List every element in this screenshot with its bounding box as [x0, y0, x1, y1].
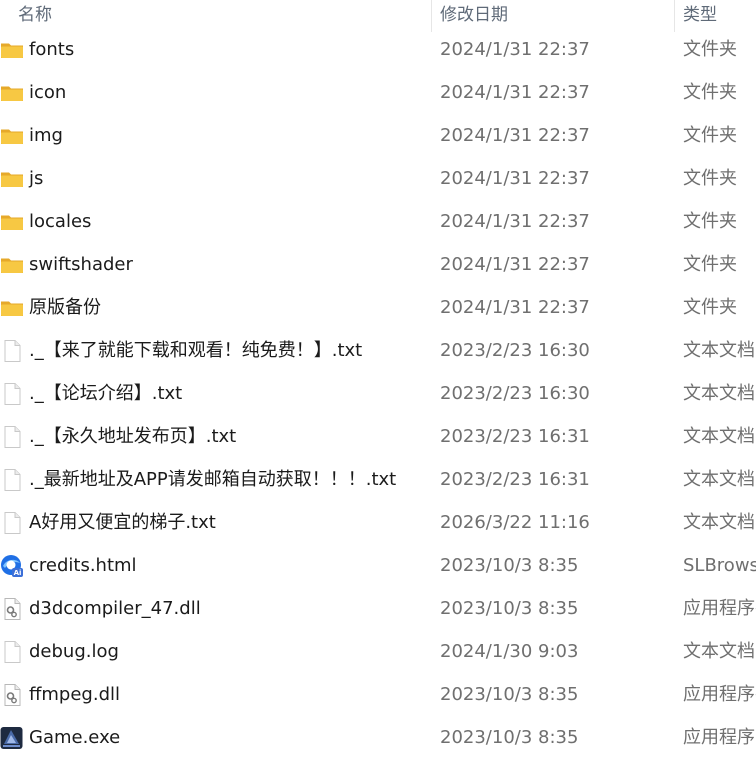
file-date-modified: 2024/1/31 22:37: [440, 125, 590, 146]
file-row[interactable]: icon 2024/1/31 22:37 文件夹: [0, 71, 756, 114]
file-row[interactable]: ._【论坛介绍】.txt 2023/2/23 16:30 文本文档: [0, 372, 756, 415]
file-date-modified: 2024/1/31 22:37: [440, 168, 590, 189]
file-row[interactable]: ffmpeg.dll 2023/10/3 8:35 应用程序扩展: [0, 673, 756, 716]
file-row[interactable]: A好用又便宜的梯子.txt 2026/3/22 11:16 文本文档: [0, 501, 756, 544]
file-date-modified: 2024/1/31 22:37: [440, 82, 590, 103]
file-type: 文件夹: [683, 297, 737, 318]
text-file-icon: [0, 511, 24, 535]
file-type: 文本文档: [683, 340, 755, 361]
folder-icon: [0, 253, 24, 277]
file-name[interactable]: Game.exe: [29, 716, 120, 759]
file-date-modified: 2026/3/22 11:16: [440, 512, 590, 533]
folder-icon: [0, 210, 24, 234]
file-type: 文件夹: [683, 39, 737, 60]
file-name[interactable]: ._最新地址及APP请发邮箱自动获取！！！.txt: [29, 458, 396, 501]
file-name[interactable]: ._【来了就能下载和观看！纯免费！】.txt: [29, 329, 362, 372]
column-divider-name-date[interactable]: [431, 0, 432, 32]
file-date-modified: 2023/10/3 8:35: [440, 684, 579, 705]
text-file-icon: [0, 382, 24, 406]
file-row[interactable]: locales 2024/1/31 22:37 文件夹: [0, 200, 756, 243]
text-file-icon: [0, 425, 24, 449]
folder-icon: [0, 124, 24, 148]
file-row[interactable]: js 2024/1/31 22:37 文件夹: [0, 157, 756, 200]
file-row[interactable]: ._最新地址及APP请发邮箱自动获取！！！.txt 2023/2/23 16:31…: [0, 458, 756, 501]
text-file-icon: [0, 640, 24, 664]
browser-html-icon: Ai: [0, 554, 24, 578]
file-name[interactable]: swiftshader: [29, 243, 133, 286]
file-row[interactable]: 原版备份 2024/1/31 22:37 文件夹: [0, 286, 756, 329]
file-type: 文本文档: [683, 512, 755, 533]
file-date-modified: 2023/2/23 16:30: [440, 340, 590, 361]
file-type: 文本文档: [683, 641, 755, 662]
file-name[interactable]: ffmpeg.dll: [29, 673, 120, 716]
file-row[interactable]: Game.exe 2023/10/3 8:35 应用程序: [0, 716, 756, 759]
dll-file-icon: [0, 683, 24, 707]
column-header-type[interactable]: 类型: [683, 0, 717, 32]
file-type: 文件夹: [683, 82, 737, 103]
file-row[interactable]: ._【永久地址发布页】.txt 2023/2/23 16:31 文本文档: [0, 415, 756, 458]
file-row[interactable]: debug.log 2024/1/30 9:03 文本文档: [0, 630, 756, 673]
file-date-modified: 2023/10/3 8:35: [440, 727, 579, 748]
file-date-modified: 2024/1/30 9:03: [440, 641, 579, 662]
file-name[interactable]: fonts: [29, 28, 74, 71]
file-date-modified: 2023/2/23 16:30: [440, 383, 590, 404]
file-name[interactable]: locales: [29, 200, 91, 243]
file-type: 文件夹: [683, 168, 737, 189]
file-type: 文件夹: [683, 125, 737, 146]
file-type: 文件夹: [683, 211, 737, 232]
file-type: 应用程序: [683, 727, 755, 748]
dll-file-icon: [0, 597, 24, 621]
folder-icon: [0, 167, 24, 191]
file-name[interactable]: d3dcompiler_47.dll: [29, 587, 201, 630]
column-divider-date-type[interactable]: [674, 0, 675, 32]
folder-icon: [0, 38, 24, 62]
file-row[interactable]: ._【来了就能下载和观看！纯免费！】.txt 2023/2/23 16:30 文本文…: [0, 329, 756, 372]
file-row[interactable]: swiftshader 2024/1/31 22:37 文件夹: [0, 243, 756, 286]
file-type: 应用程序扩展: [683, 684, 756, 705]
sort-indicator[interactable]: ^: [216, 0, 225, 6]
file-row[interactable]: Ai credits.html 2023/10/3 8:35 SLBrowser: [0, 544, 756, 587]
file-row[interactable]: fonts 2024/1/31 22:37 文件夹: [0, 28, 756, 71]
file-type: SLBrowser: [683, 555, 756, 576]
file-name[interactable]: js: [29, 157, 43, 200]
file-date-modified: 2024/1/31 22:37: [440, 211, 590, 232]
file-name[interactable]: img: [29, 114, 63, 157]
column-header-date-modified[interactable]: 修改日期: [440, 0, 508, 32]
file-name[interactable]: icon: [29, 71, 66, 114]
file-type: 文件夹: [683, 254, 737, 275]
svg-text:Ai: Ai: [14, 569, 22, 577]
file-row[interactable]: d3dcompiler_47.dll 2023/10/3 8:35 应用程序扩展: [0, 587, 756, 630]
column-header-bar: ^ 名称 修改日期 类型: [0, 0, 756, 32]
exe-app-icon: [0, 726, 24, 750]
file-date-modified: 2024/1/31 22:37: [440, 297, 590, 318]
file-name[interactable]: A好用又便宜的梯子.txt: [29, 501, 216, 544]
file-date-modified: 2024/1/31 22:37: [440, 39, 590, 60]
file-date-modified: 2023/10/3 8:35: [440, 555, 579, 576]
file-date-modified: 2023/10/3 8:35: [440, 598, 579, 619]
file-type: 文本文档: [683, 469, 755, 490]
text-file-icon: [0, 468, 24, 492]
folder-icon: [0, 81, 24, 105]
file-date-modified: 2024/1/31 22:37: [440, 254, 590, 275]
file-name[interactable]: 原版备份: [29, 286, 101, 329]
file-name[interactable]: ._【永久地址发布页】.txt: [29, 415, 236, 458]
file-name[interactable]: debug.log: [29, 630, 119, 673]
file-date-modified: 2023/2/23 16:31: [440, 469, 590, 490]
file-name[interactable]: credits.html: [29, 544, 137, 587]
text-file-icon: [0, 339, 24, 363]
file-type: 应用程序扩展: [683, 598, 756, 619]
file-type: 文本文档: [683, 383, 755, 404]
file-name[interactable]: ._【论坛介绍】.txt: [29, 372, 182, 415]
column-header-name[interactable]: 名称: [18, 0, 52, 32]
file-date-modified: 2023/2/23 16:31: [440, 426, 590, 447]
file-row[interactable]: img 2024/1/31 22:37 文件夹: [0, 114, 756, 157]
file-type: 文本文档: [683, 426, 755, 447]
file-list: fonts 2024/1/31 22:37 文件夹 icon 2024/1/31 22:…: [0, 0, 756, 759]
folder-icon: [0, 296, 24, 320]
